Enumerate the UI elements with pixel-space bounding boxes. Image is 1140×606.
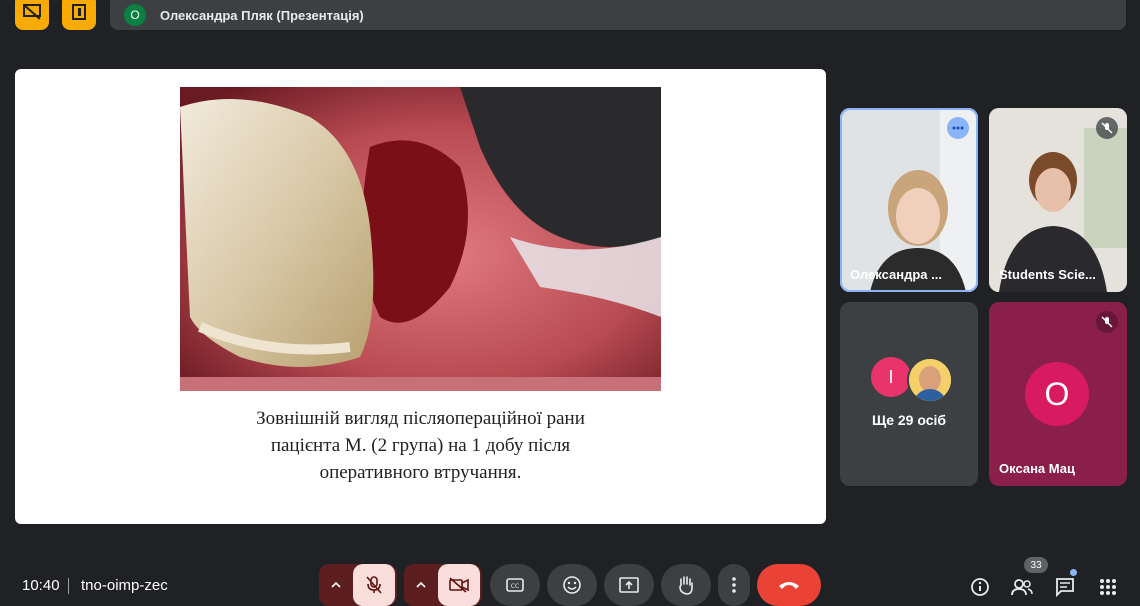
presenter-bar: О Олександра Пляк (Презентація) [110, 0, 1126, 30]
participant-name: Олександра ... [850, 267, 942, 282]
caption-line: пацієнта М. (2 група) на 1 добу після [270, 435, 571, 456]
participant-tile[interactable]: О Оксана Мац [989, 302, 1127, 486]
chat-icon [1056, 578, 1074, 597]
videocam-off-icon [449, 577, 469, 593]
muted-indicator [1096, 117, 1118, 139]
people-icon [1011, 579, 1033, 596]
door-icon [72, 4, 86, 20]
screen-share-off-icon [23, 4, 41, 20]
chat-button[interactable] [1052, 574, 1078, 600]
participant-name: Оксана Мац [999, 461, 1075, 476]
participant-count-badge: 33 [1024, 557, 1048, 573]
svg-text:CC: CC [511, 583, 519, 590]
mic-off-icon [1101, 122, 1113, 134]
meeting-time: 10:40 [22, 577, 60, 594]
people-button[interactable] [1009, 574, 1035, 600]
slide-caption: Зовнішній вигляд післяопераційної рани п… [180, 405, 661, 486]
emoji-icon [563, 576, 581, 594]
chevron-up-icon [331, 582, 341, 588]
presenter-avatar: О [124, 4, 146, 26]
presenter-label: Олександра Пляк (Презентація) [160, 7, 364, 23]
closed-captions-icon: CC [506, 578, 524, 592]
call-end-icon [779, 582, 799, 589]
video-options-button[interactable] [404, 582, 438, 588]
avatar-photo [909, 359, 951, 401]
more-vert-icon [732, 577, 736, 593]
chevron-up-icon [416, 582, 426, 588]
mic-off-icon [366, 576, 382, 594]
others-photo-avatar [907, 357, 953, 403]
muted-indicator [1096, 311, 1118, 333]
meeting-details-button[interactable] [967, 574, 993, 600]
others-avatar: І [871, 357, 911, 397]
others-label: Ще 29 осіб [871, 412, 947, 428]
apps-grid-icon [1100, 579, 1116, 595]
layout-icon-button[interactable] [62, 0, 96, 30]
presentation-slide: Зовнішній вигляд післяопераційної рани п… [15, 69, 826, 524]
presentation-off-icon-button[interactable] [15, 0, 49, 30]
speaking-indicator [947, 117, 969, 139]
audio-options-button[interactable] [319, 582, 353, 588]
raise-hand-icon [679, 576, 693, 595]
participant-avatar: О [1025, 362, 1089, 426]
others-tile[interactable]: І Ще 29 осіб [840, 302, 978, 486]
present-to-all-icon [619, 577, 639, 593]
participant-tile[interactable]: Олександра ... [840, 108, 978, 292]
activities-button[interactable] [1095, 574, 1121, 600]
divider [68, 578, 69, 594]
participant-name: Students Scie... [999, 267, 1096, 282]
audio-level-icon [952, 126, 964, 130]
info-icon [971, 578, 989, 596]
mic-off-icon [1101, 316, 1113, 328]
caption-line: оперативного втручання. [319, 462, 522, 483]
wound-photo [180, 87, 661, 391]
meeting-code: tno-oimp-zec [81, 577, 168, 594]
participant-tile[interactable]: Students Scie... [989, 108, 1127, 292]
caption-line: Зовнішній вигляд післяопераційної рани [256, 408, 585, 429]
chat-notification-dot [1070, 569, 1077, 576]
